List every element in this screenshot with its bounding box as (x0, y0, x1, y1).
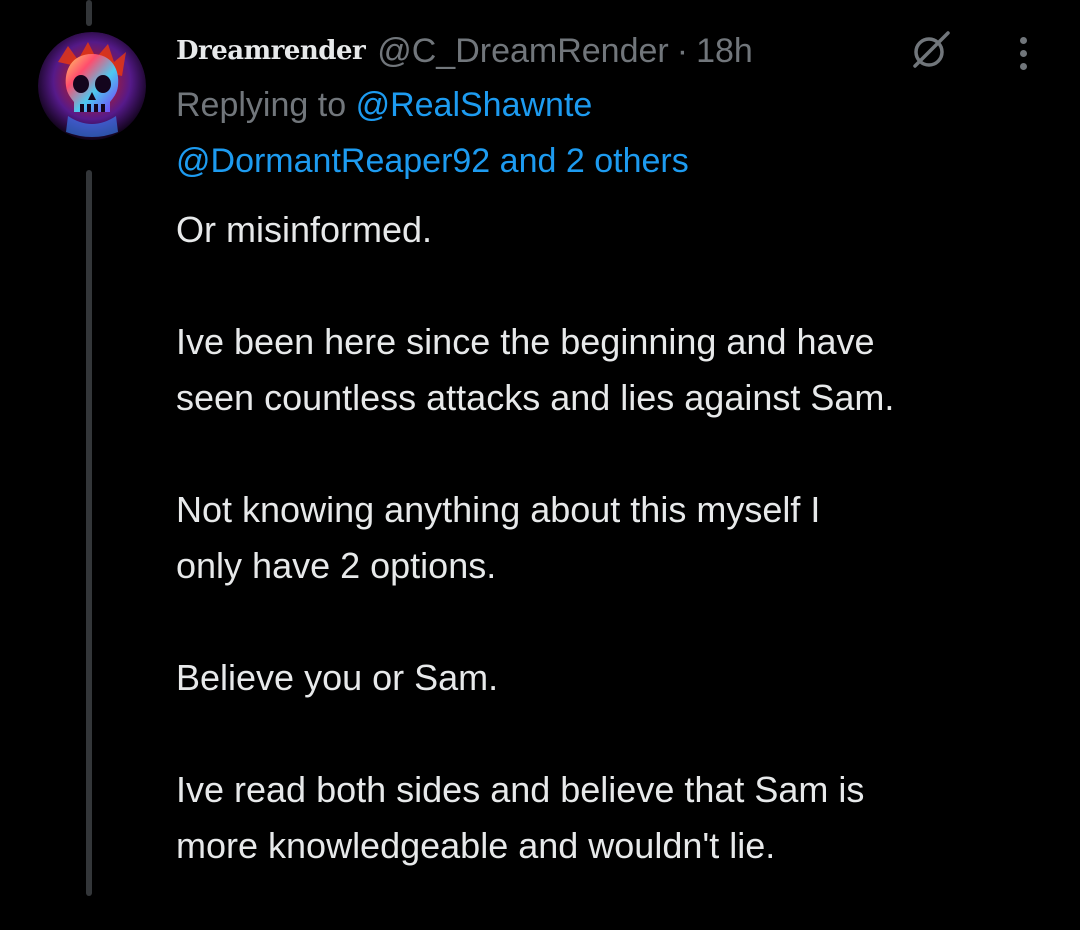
more-options-icon (1019, 36, 1027, 44)
post-text-line: Believe you or Sam. (176, 657, 499, 698)
grok-icon (913, 31, 950, 68)
more-options-icon-dot (1019, 49, 1027, 57)
post-paragraph: Ive been here since the beginning and ha… (176, 314, 1056, 426)
skull-avatar-icon (38, 32, 146, 140)
post-text-line: Ive read both sides and believe that Sam… (176, 769, 865, 810)
thread-line-top (86, 0, 92, 26)
post-paragraph: Not knowing anything about this myself I… (176, 482, 1056, 594)
replying-to-line: Replying to @RealShawnte (176, 86, 592, 125)
timestamp[interactable]: 18h (696, 32, 753, 71)
avatar[interactable] (38, 32, 146, 140)
post-text-line: more knowledgeable and wouldn't lie. (176, 825, 776, 866)
thread-line-bottom (86, 170, 92, 896)
user-handle[interactable]: @C_DreamRender (377, 32, 669, 71)
post-text-line: Or misinformed. (176, 209, 433, 250)
replying-to-line-2: @DormantReaper92 and 2 others (176, 142, 689, 181)
post-paragraph: Ive read both sides and believe that Sam… (176, 762, 1056, 874)
replying-to-label: Replying to (176, 86, 347, 124)
more-options-icon-dot (1019, 62, 1027, 70)
post-paragraph: Believe you or Sam. (176, 650, 1056, 706)
post-text-line: seen countless attacks and lies against … (176, 377, 895, 418)
post-text-line: Ive been here since the beginning and ha… (176, 321, 875, 362)
mention-others[interactable]: 2 others (566, 142, 689, 180)
post-text: Or misinformed. Ive been here since the b… (176, 202, 1056, 930)
mention-realshawnte[interactable]: @RealShawnte (356, 86, 593, 124)
post-text-line: Not knowing anything about this myself I (176, 489, 821, 530)
display-name[interactable]: Dreamrender (176, 36, 366, 66)
post-text-line: only have 2 options. (176, 545, 497, 586)
post-paragraph: Or misinformed. (176, 202, 1056, 258)
separator-dot: · (676, 31, 689, 70)
grok-button[interactable] (900, 22, 962, 78)
more-options-button[interactable] (1004, 28, 1042, 78)
and-text: and (499, 142, 557, 180)
mention-dormantreaper92[interactable]: @DormantReaper92 (176, 142, 490, 180)
post-header: Dreamrender @C_DreamRender · 18h (176, 24, 753, 78)
